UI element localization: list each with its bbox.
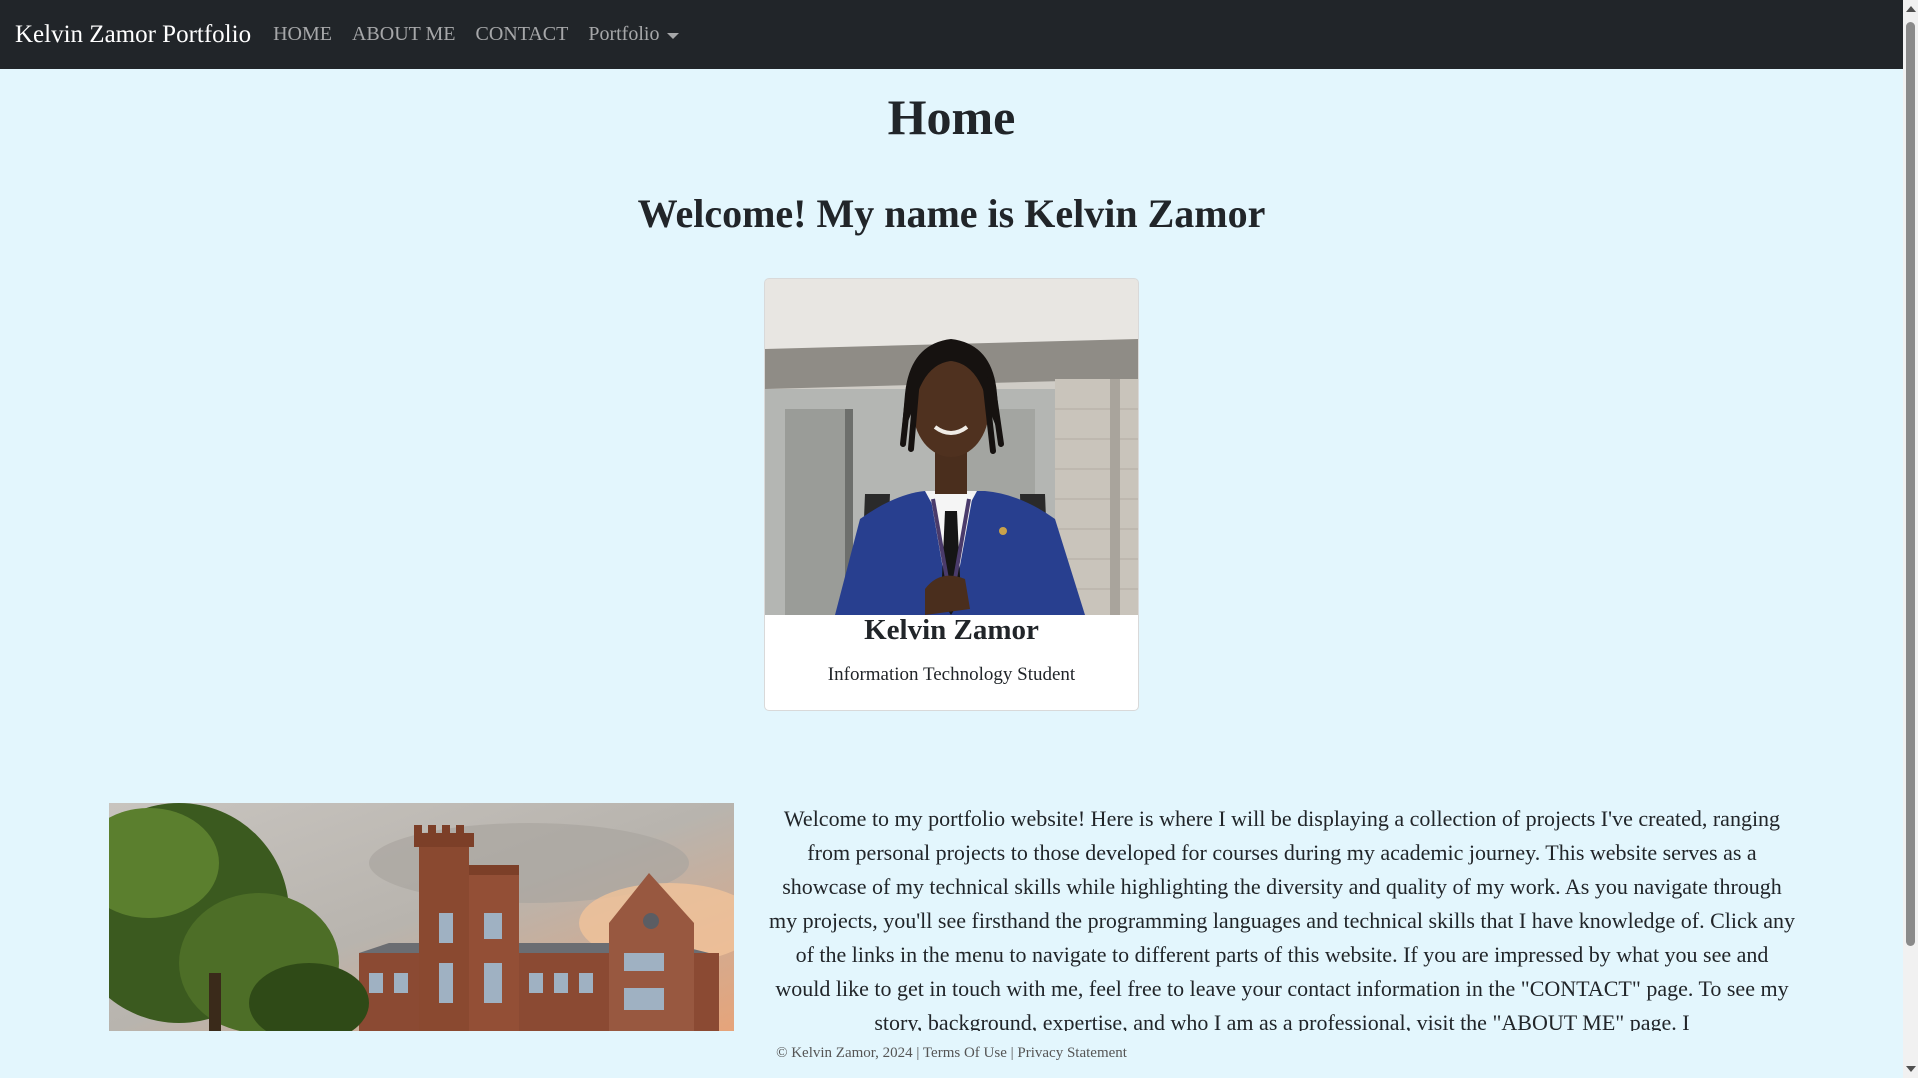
portfolio-dropdown[interactable]: Portfolio [578,23,689,46]
vertical-scrollbar[interactable] [1903,0,1918,1078]
footer-separator: | [916,1045,920,1061]
footer-separator: | [1010,1045,1014,1061]
scroll-up-arrow-icon[interactable] [1906,6,1916,12]
scroll-down-arrow-icon[interactable] [1906,1066,1916,1072]
portfolio-dropdown-label: Portfolio [588,23,660,45]
navbar: Kelvin Zamor Portfolio HOME ABOUT ME CON… [0,0,1903,69]
footer-copyright: © Kelvin Zamor, 2024 [776,1045,913,1061]
terms-of-use-link[interactable]: Terms Of Use [923,1045,1007,1061]
privacy-statement-link[interactable]: Privacy Statement [1017,1045,1127,1061]
nav-link-about-me[interactable]: ABOUT ME [342,23,466,46]
nav-link-contact[interactable]: CONTACT [466,23,579,46]
nav-link-home[interactable]: HOME [263,23,342,46]
campus-building-image [109,803,734,1031]
scrollbar-thumb[interactable] [1906,22,1915,946]
page-title: Home [887,89,1016,145]
profile-name: Kelvin Zamor [864,614,1039,646]
profile-role: Information Technology Student [827,664,1076,685]
caret-down-icon [667,32,680,39]
intro-paragraph: Welcome to my portfolio website! Here is… [768,806,1796,1031]
navbar-brand[interactable]: Kelvin Zamor Portfolio [15,21,251,49]
footer: © Kelvin Zamor, 2024 | Terms Of Use | Pr… [764,1045,1139,1062]
page: Kelvin Zamor Portfolio HOME ABOUT ME CON… [0,0,1918,1078]
profile-photo [765,279,1138,615]
welcome-heading: Welcome! My name is Kelvin Zamor [637,191,1266,236]
